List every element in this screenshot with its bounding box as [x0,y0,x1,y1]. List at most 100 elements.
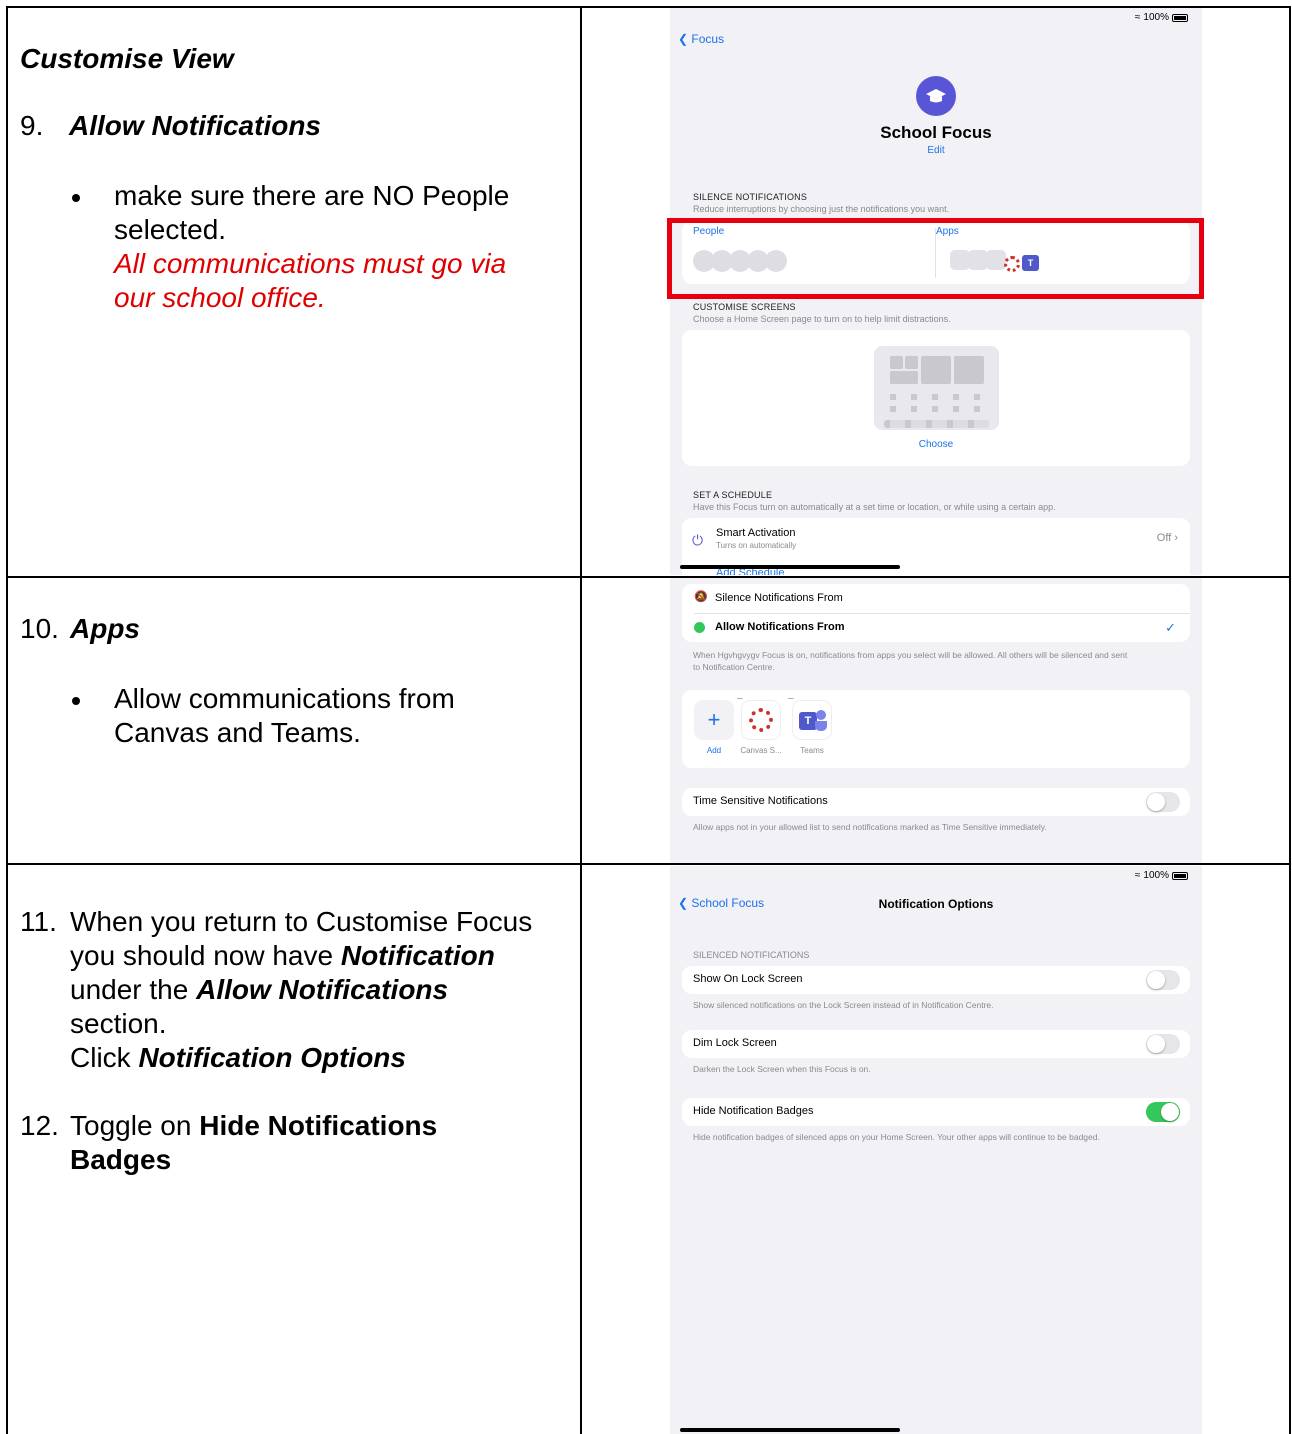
step-emphasis: Notification [340,940,495,971]
time-sensitive-label: Time Sensitive Notifications [693,795,828,807]
teams-icon-dot [816,710,826,720]
row3-instructions: 11. When you return to Customise Focus y… [20,905,565,1177]
dim-card: Dim Lock Screen [682,1030,1190,1058]
step-number: 11. [20,906,57,937]
choose-button[interactable]: Choose [682,439,1190,450]
wifi-icon: ≈ [1134,12,1141,23]
lock-screen-toggle[interactable] [1146,970,1180,990]
highlight-box [667,218,1204,299]
checkmark-icon: ✓ [1165,620,1176,635]
edit-link[interactable]: Edit [670,145,1202,156]
badges-toggle[interactable] [1146,1102,1180,1122]
bullet-text: Canvas and Teams. [114,717,361,748]
remove-icon[interactable]: – [788,693,794,704]
step-number: 12. [20,1110,59,1141]
silence-header: SILENCE NOTIFICATIONS [693,192,808,202]
value-label: Off [1156,532,1172,544]
badges-label: Hide Notification Badges [693,1105,814,1117]
lock-screen-label: Show On Lock Screen [693,973,803,985]
canvas-app[interactable]: – [737,693,781,740]
table-border-right [1289,6,1291,1434]
chevron-right-icon: › [1174,532,1178,544]
mode-card: 🔕 Silence Notifications From Allow Notif… [682,584,1190,642]
time-sensitive-note: Allow apps not in your allowed list to s… [693,822,1047,832]
step-number: 9. [20,110,44,141]
battery-icon [1172,871,1188,880]
step-text: Toggle on [70,1110,200,1141]
teams-label: Teams [800,746,824,755]
screens-header: CUSTOMISE SCREENS [693,302,796,312]
focus-title: School Focus [880,123,992,142]
bullet-text: Allow communications from [114,683,455,714]
home-indicator [680,1428,900,1432]
row2-instructions: 10. Apps Allow communications from Canva… [20,612,565,750]
step-emphasis: Badges [70,1144,172,1175]
page-title: Notification Options [878,897,994,911]
warning-text: our school office. [114,282,326,313]
schedule-subtitle: Have this Focus turn on automatically at… [693,502,1056,512]
screens-card: Choose [682,330,1190,466]
time-sensitive-toggle[interactable] [1146,792,1180,812]
bullet-item: make sure there are NO People selected. … [20,179,565,315]
teams-icon-body [815,721,827,731]
check-badge-icon [694,622,705,633]
screens-subtitle: Choose a Home Screen page to turn on to … [693,314,951,324]
power-icon: ⏻ [692,532,704,548]
time-sensitive-card: Time Sensitive Notifications [682,788,1190,816]
step-number: 10. [20,613,59,644]
table-border-mid [580,6,582,1434]
silence-from-option[interactable]: Silence Notifications From [715,592,843,604]
wifi-icon: ≈ [1134,870,1141,881]
badges-note: Hide notification badges of silenced app… [693,1132,1100,1142]
step-emphasis: Hide Notifications [199,1110,438,1141]
bullet-text: selected. [114,214,227,245]
lock-screen-note: Show silenced notifications on the Lock … [693,1000,994,1010]
smart-activation-value[interactable]: Off › [1157,532,1178,544]
status-bar: ≈ 100% [1135,870,1188,881]
step-emphasis: Allow Notifications [196,974,449,1005]
add-app-button[interactable]: + [694,700,734,740]
back-label: Focus [691,32,725,46]
bullet-item: Allow communications from Canvas and Tea… [20,682,565,750]
status-bar: ≈ 100% [1135,12,1188,23]
bullet-icon [72,194,80,202]
home-screen-preview[interactable] [874,346,999,430]
bell-slash-icon: 🔕 [694,591,708,603]
badges-card: Hide Notification Badges [682,1098,1190,1126]
battery-percent: 100% [1143,12,1169,23]
step-11: 11. When you return to Customise Focus y… [20,905,565,1075]
smart-activation-title[interactable]: Smart Activation [716,527,795,539]
home-indicator [680,565,900,569]
graduation-cap-icon [916,76,956,116]
dim-toggle[interactable] [1146,1034,1180,1054]
chevron-left-icon: ❮ [678,32,689,46]
smart-activation-subtitle: Turns on automatically [716,541,797,550]
silence-subtitle: Reduce interruptions by choosing just th… [693,204,950,214]
canvas-icon [749,708,773,732]
step-text: section. [70,1008,167,1039]
dim-note: Darken the Lock Screen when this Focus i… [693,1064,871,1074]
remove-icon[interactable]: – [737,693,743,704]
apps-card: + Add – Canvas S... T – Teams [682,690,1190,768]
step-emphasis: Notification Options [138,1042,406,1073]
allow-note-2: to Notification Centre. [693,662,775,672]
step-text: When you return to Customise Focus [70,906,533,937]
step-12: 12. Toggle on Hide Notifications Badges [20,1109,565,1177]
step-9: 9. Allow Notifications [20,109,565,143]
bullet-icon [72,697,80,705]
battery-percent: 100% [1143,870,1169,881]
back-button[interactable]: ❮ Focus [678,32,724,46]
add-label: Add [706,746,722,755]
dim-label: Dim Lock Screen [693,1037,777,1049]
step-text: under the [70,974,197,1005]
step-title: Allow Notifications [69,110,321,141]
allow-from-option[interactable]: Allow Notifications From [715,621,845,633]
teams-app[interactable]: T – [788,693,832,740]
canvas-label: Canvas S... [740,746,782,755]
divider [694,613,1190,614]
screenshot-allowed-apps: 🔕 Silence Notifications From Allow Notif… [670,578,1202,863]
warning-text: All communications must go via [114,248,507,279]
silenced-header: SILENCED NOTIFICATIONS [693,950,810,960]
section-heading: Customise View [20,43,234,74]
row1-instructions: Customise View 9. Allow Notifications ma… [20,42,565,315]
